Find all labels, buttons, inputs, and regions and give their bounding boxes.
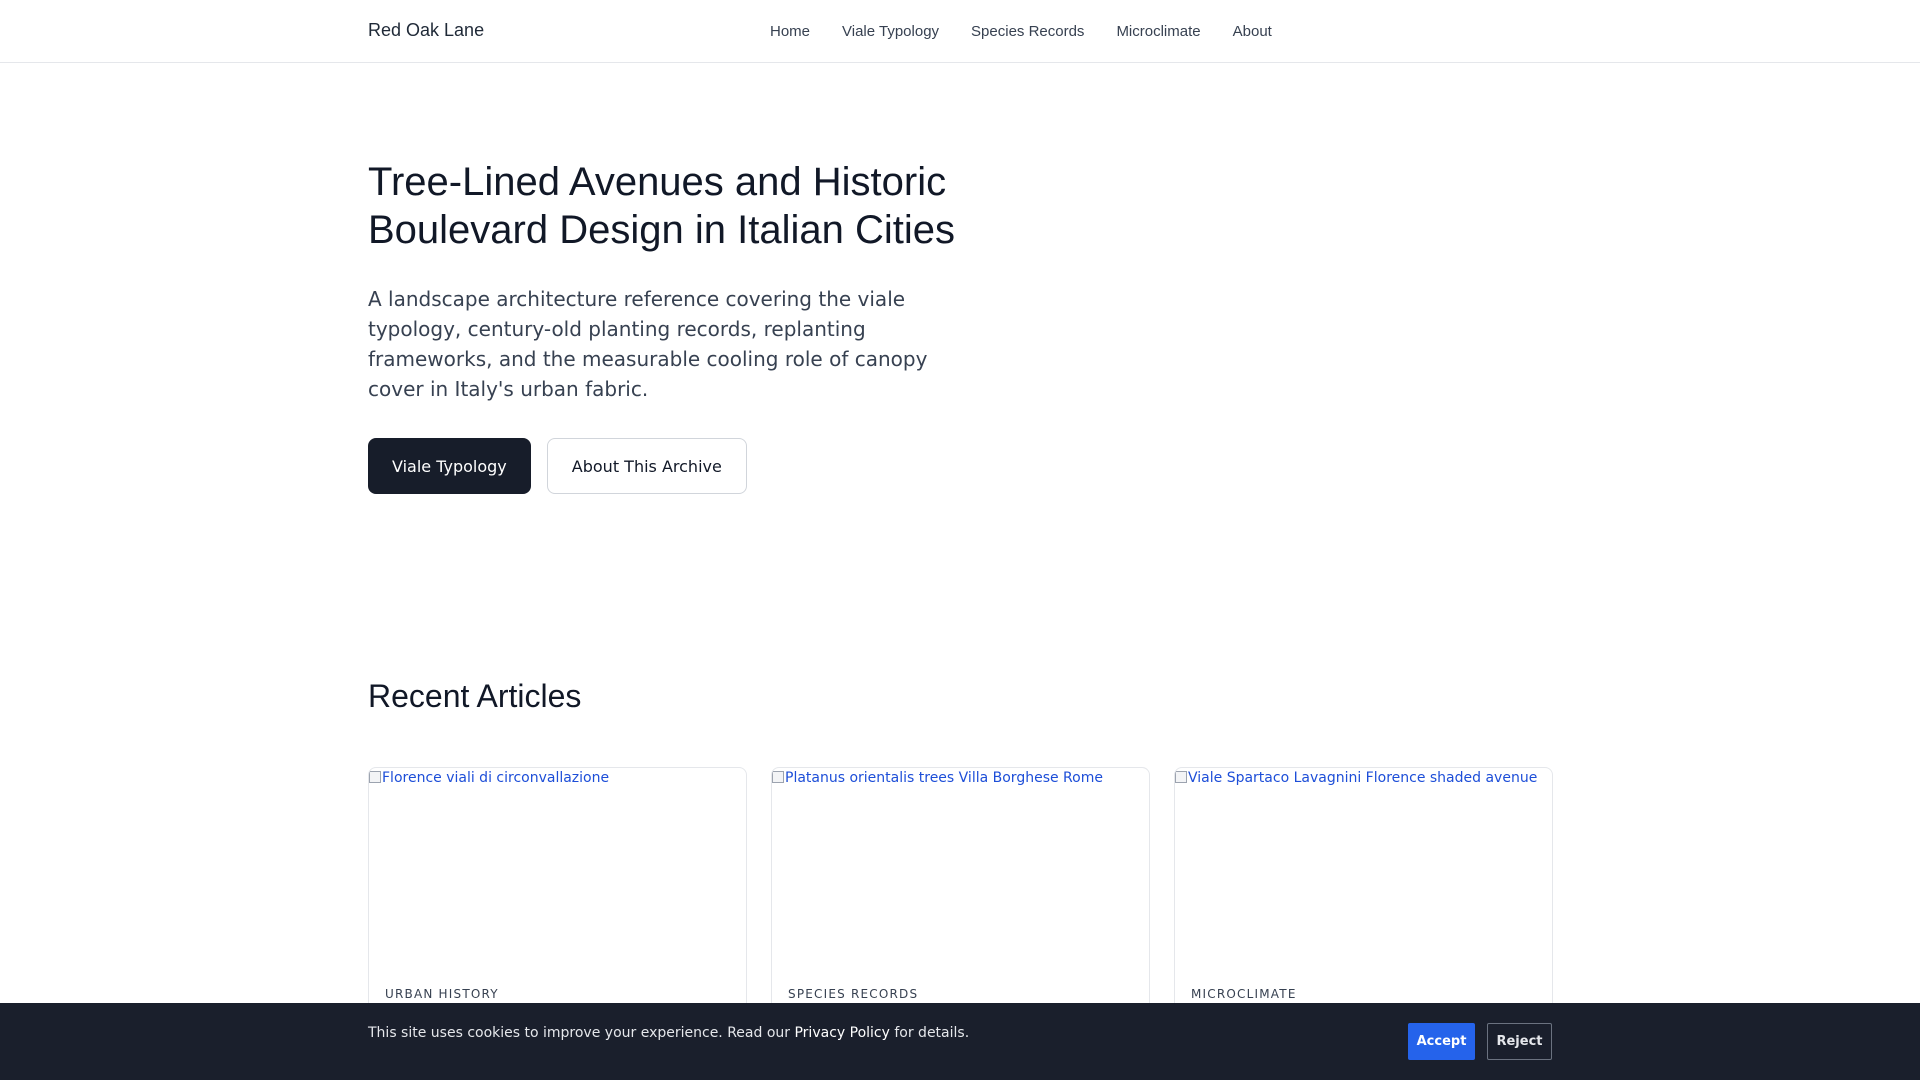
article-image[interactable]: Florence viali di circonvallazione	[369, 768, 746, 978]
accept-cookies-button[interactable]: Accept	[1408, 1023, 1475, 1060]
hero-section: Tree-Lined Avenues and Historic Boulevar…	[368, 158, 988, 494]
article-image-alt: Viale Spartaco Lavagnini Florence shaded…	[1188, 770, 1538, 786]
cookie-text-before: This site uses cookies to improve your e…	[368, 1025, 795, 1041]
hero-title: Tree-Lined Avenues and Historic Boulevar…	[368, 160, 955, 252]
hero-actions: Viale Typology About This Archive	[368, 438, 988, 494]
privacy-policy-link[interactable]: Privacy Policy	[794, 1025, 889, 1041]
top-navbar: Red Oak Lane Home Viale Typology Species…	[0, 0, 1920, 63]
article-category: MICROCLIMATE	[1191, 987, 1297, 1001]
article-image[interactable]: Viale Spartaco Lavagnini Florence shaded…	[1175, 768, 1552, 978]
recent-articles-heading: Recent Articles	[368, 678, 582, 714]
hero-lead: A landscape architecture reference cover…	[368, 287, 928, 401]
nav-link-about[interactable]: About	[1233, 23, 1272, 40]
brand-logo-link[interactable]: Red Oak Lane	[368, 20, 484, 41]
cookie-message: This site uses cookies to improve your e…	[368, 1025, 969, 1041]
article-category: URBAN HISTORY	[385, 987, 499, 1001]
cookie-text-after: for details.	[889, 1025, 970, 1041]
nav-link-home[interactable]: Home	[770, 23, 810, 40]
broken-image-icon	[772, 771, 784, 783]
nav-link-species-records[interactable]: Species Records	[971, 23, 1084, 40]
viale-typology-button[interactable]: Viale Typology	[368, 438, 531, 494]
about-archive-button[interactable]: About This Archive	[546, 438, 747, 494]
reject-cookies-button[interactable]: Reject	[1487, 1023, 1552, 1060]
article-image[interactable]: Platanus orientalis trees Villa Borghese…	[772, 768, 1149, 978]
nav-link-microclimate[interactable]: Microclimate	[1116, 23, 1200, 40]
article-image-alt: Platanus orientalis trees Villa Borghese…	[785, 770, 1103, 786]
article-image-alt: Florence viali di circonvallazione	[382, 770, 610, 786]
article-category: SPECIES RECORDS	[788, 987, 919, 1001]
main-nav: Home Viale Typology Species Records Micr…	[770, 23, 1304, 40]
broken-image-icon	[369, 771, 381, 783]
cookie-consent-bar: This site uses cookies to improve your e…	[0, 1003, 1920, 1080]
broken-image-icon	[1175, 771, 1187, 783]
nav-link-viale-typology[interactable]: Viale Typology	[842, 23, 939, 40]
